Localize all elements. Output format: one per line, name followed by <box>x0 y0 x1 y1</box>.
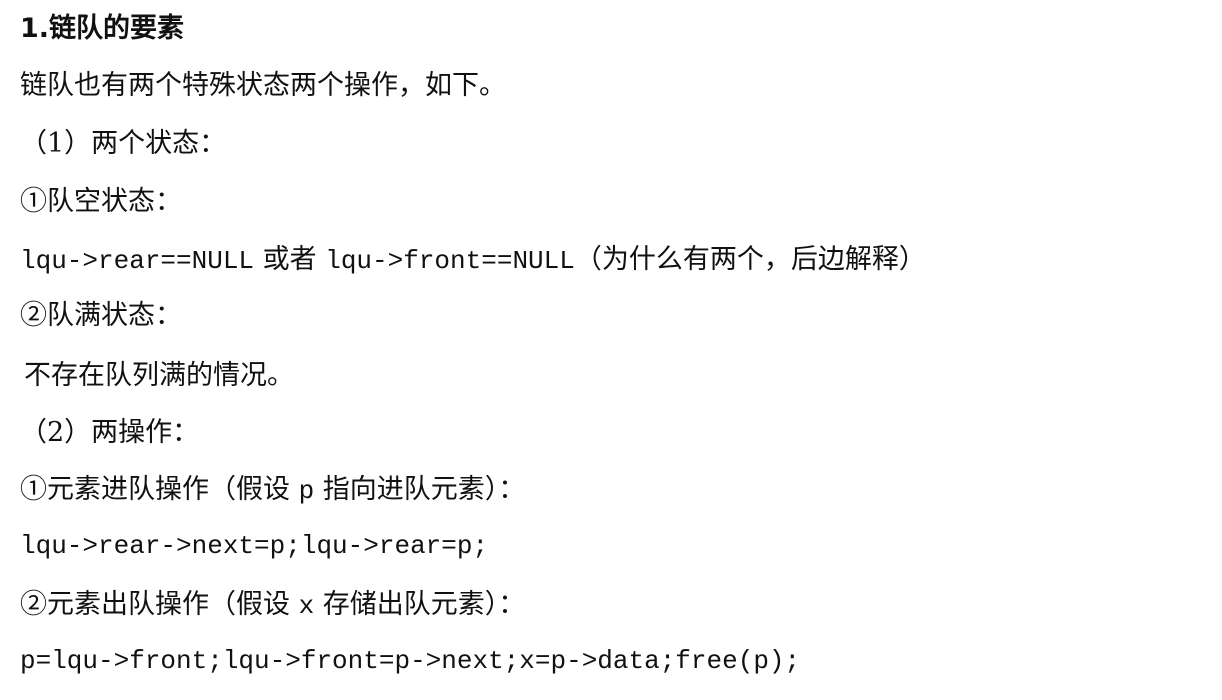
document-page: 1.链队的要素 链队也有两个特殊状态两个操作，如下。 （1）两个状态： ①队空状… <box>0 0 1222 700</box>
empty-condition-code-front: lqu->front==NULL <box>325 246 575 276</box>
enqueue-code: lqu->rear->next=p;lqu->rear=p; <box>20 531 489 561</box>
empty-state-label: ①队空状态： <box>20 186 182 217</box>
operations-subheading: （2）两操作： <box>20 417 200 448</box>
enqueue-label: ①元素进队操作（假设 p 指向进队元素）： <box>20 470 525 510</box>
empty-condition-note: （为什么有两个，后边解释） <box>574 244 926 275</box>
empty-condition-line: lqu->rear==NULL 或者 lqu->front==NULL（为什么有… <box>20 240 926 280</box>
dequeue-code: p=lqu->front;lqu->front=p->next;x=p->dat… <box>20 646 801 676</box>
empty-condition-connector: 或者 <box>254 244 326 275</box>
enqueue-label-pre: ①元素进队操作（假设 <box>20 474 299 505</box>
empty-condition-code-rear: lqu->rear==NULL <box>20 246 255 276</box>
intro-paragraph: 链队也有两个特殊状态两个操作，如下。 <box>20 70 506 101</box>
dequeue-label-var: x <box>298 591 315 621</box>
dequeue-label: ②元素出队操作（假设 x 存储出队元素）： <box>20 585 525 625</box>
full-state-label: ②队满状态： <box>20 300 182 331</box>
dequeue-label-post: 存储出队元素）： <box>314 589 526 620</box>
dequeue-label-pre: ②元素出队操作（假设 <box>20 589 299 620</box>
enqueue-label-var: p <box>298 476 315 506</box>
full-state-description: 不存在队列满的情况。 <box>24 360 294 391</box>
enqueue-label-post: 指向进队元素）： <box>314 474 526 505</box>
section-heading: 1.链队的要素 <box>20 13 185 44</box>
states-subheading: （1）两个状态： <box>20 128 227 159</box>
